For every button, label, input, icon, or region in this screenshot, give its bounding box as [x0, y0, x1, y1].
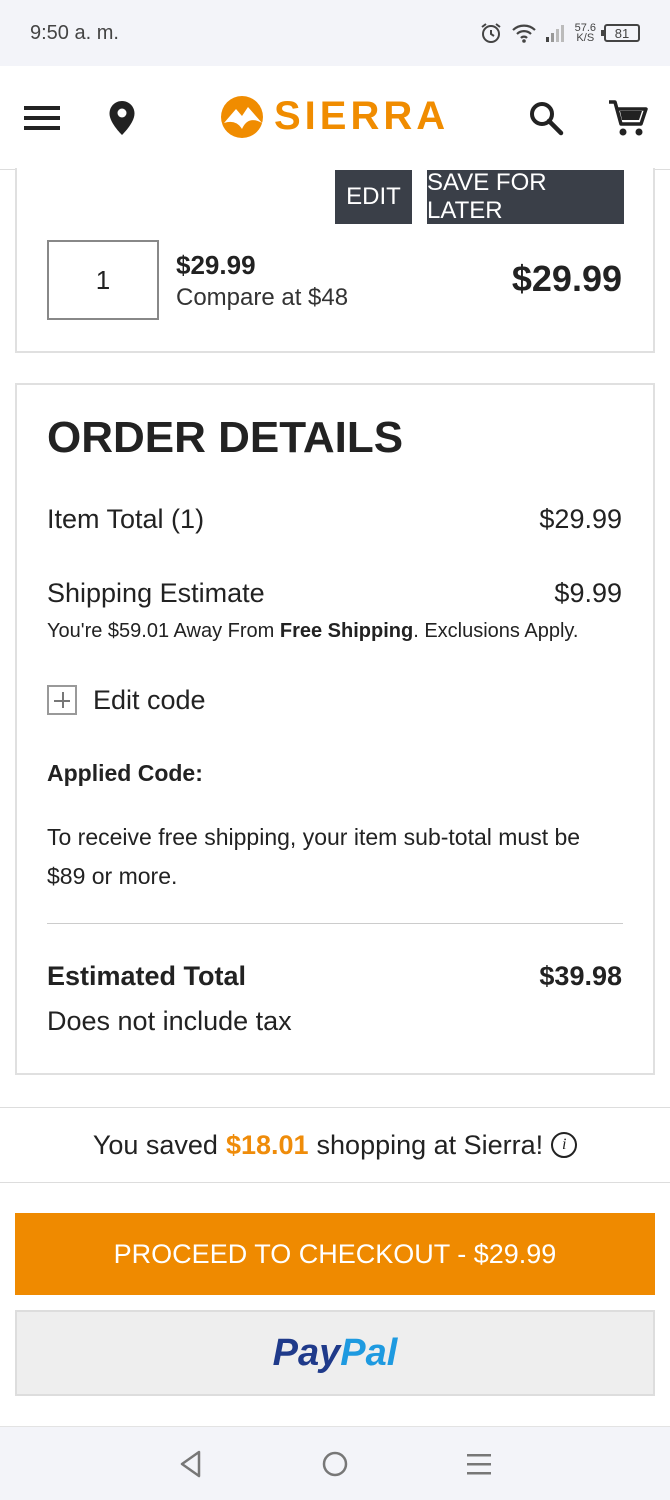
estimated-total-label: Estimated Total	[47, 961, 247, 991]
item-total-label: Item Total (1)	[47, 504, 205, 534]
edit-button[interactable]: EDIT	[335, 170, 412, 224]
edit-code-link[interactable]: Edit code	[93, 685, 206, 716]
info-icon[interactable]: i	[551, 1132, 578, 1158]
savings-suffix: shopping at Sierra!	[316, 1129, 544, 1160]
sierra-logo[interactable]: SIERRA	[218, 94, 449, 139]
paypal-logo-part2: Pal	[340, 1331, 398, 1374]
order-details-title: ORDER DETAILS	[47, 413, 404, 462]
network-speed: 57.6 K/S	[574, 22, 596, 44]
recents-icon[interactable]	[465, 1451, 493, 1477]
logo-mark-icon	[221, 95, 263, 138]
item-total-value: $29.99	[539, 504, 622, 534]
home-icon[interactable]	[320, 1449, 350, 1479]
compare-price: Compare at $48	[176, 284, 349, 311]
search-icon[interactable]	[526, 98, 566, 138]
status-bar: 9:50 a. m. 57.6 K/S 81	[0, 0, 670, 66]
site-header: SIERRA	[0, 66, 670, 170]
status-time: 9:50 a. m.	[30, 21, 119, 44]
quantity-input[interactable]: 1	[47, 240, 159, 320]
shipping-estimate-value: $9.99	[554, 578, 622, 608]
system-nav-bar	[0, 1426, 670, 1500]
back-icon[interactable]	[177, 1449, 205, 1479]
expand-code-icon[interactable]	[47, 685, 77, 715]
shipping-estimate-label: Shipping Estimate	[47, 578, 265, 608]
savings-prefix: You saved	[92, 1129, 218, 1160]
paypal-logo-part1: Pay	[272, 1331, 341, 1374]
status-icons: 57.6 K/S 81	[479, 21, 640, 45]
line-total: $29.99	[511, 258, 622, 299]
tax-note: Does not include tax	[47, 1006, 292, 1036]
brand-name: SIERRA	[274, 94, 450, 138]
savings-banner: You saved $18.01 shopping at Sierra! i	[0, 1107, 670, 1183]
free-shipping-note: You're $59.01 Away From Free Shipping. E…	[47, 620, 579, 642]
alarm-icon	[480, 23, 501, 43]
proceed-to-checkout-button[interactable]: PROCEED TO CHECKOUT - $29.99	[15, 1213, 655, 1295]
estimated-total-value: $39.98	[539, 961, 622, 991]
savings-amount: $18.01	[225, 1129, 309, 1160]
code-message: To receive free shipping, your item sub-…	[47, 824, 581, 889]
paypal-button[interactable]: Pay Pal	[15, 1310, 655, 1396]
applied-code-label: Applied Code:	[47, 760, 203, 786]
menu-icon[interactable]	[22, 98, 62, 138]
battery-icon: 81	[601, 24, 640, 42]
divider	[47, 923, 623, 924]
save-for-later-button[interactable]: SAVE FOR LATER	[427, 169, 624, 224]
wifi-icon	[511, 24, 536, 43]
location-icon[interactable]	[102, 98, 142, 138]
cart-icon[interactable]	[608, 98, 648, 138]
unit-price: $29.99	[176, 250, 256, 280]
signal-icon	[545, 25, 564, 42]
